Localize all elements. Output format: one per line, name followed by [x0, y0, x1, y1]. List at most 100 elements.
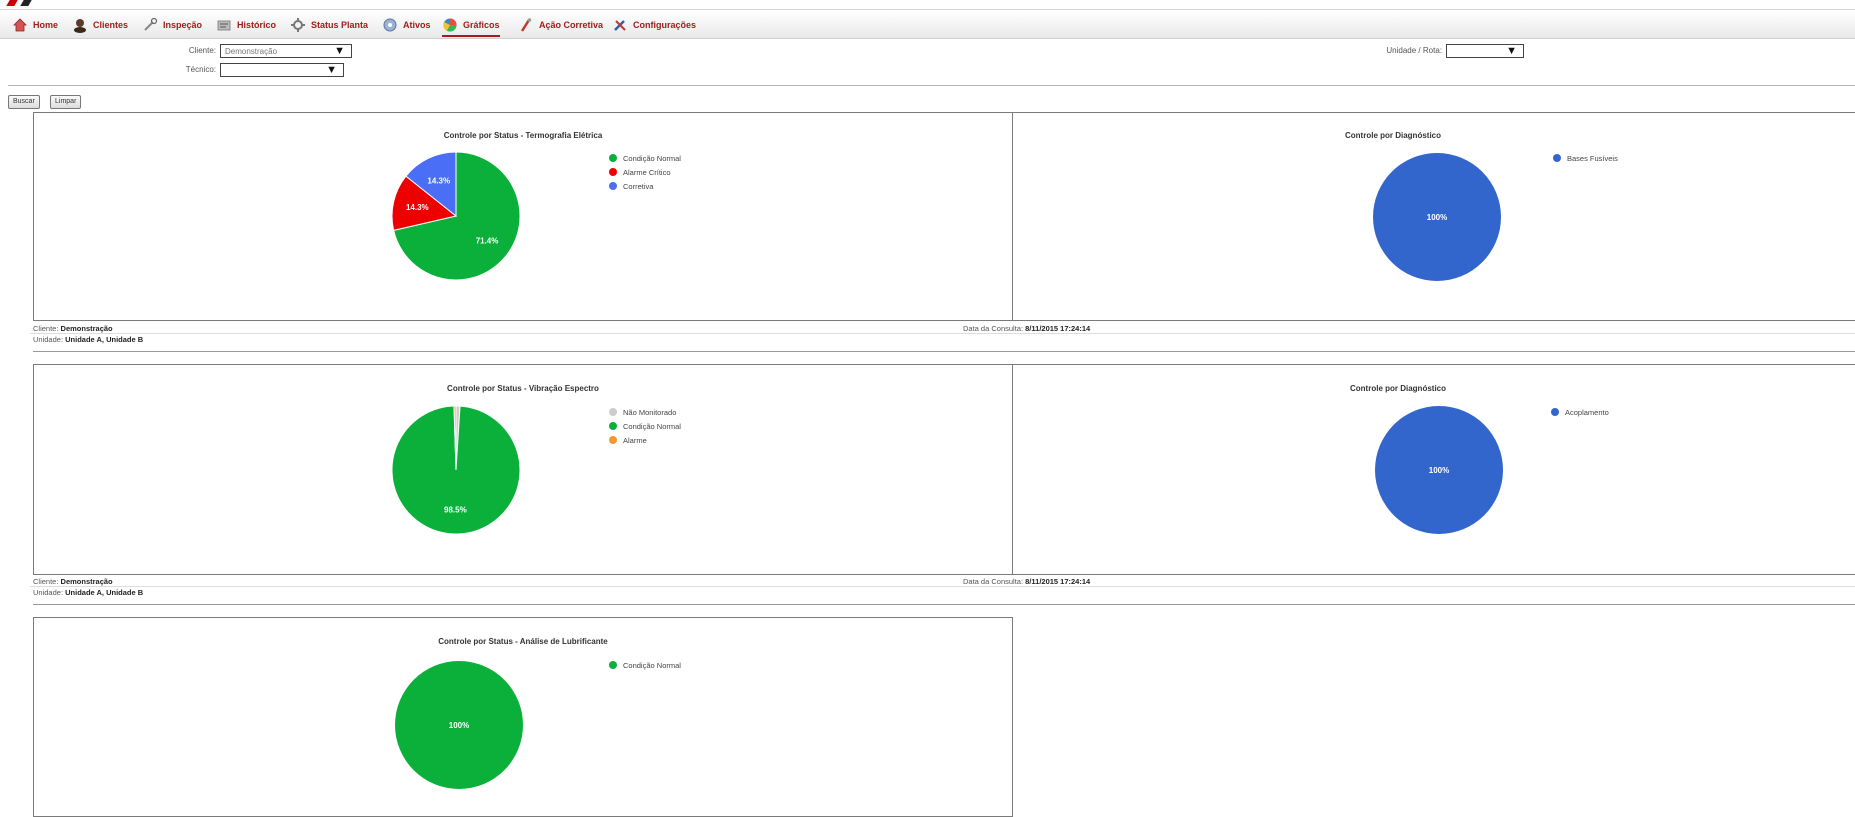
chart-title: Controle por Status - Análise de Lubrifi…: [438, 637, 608, 646]
legend-label: Bases Fusíveis: [1567, 153, 1618, 163]
nav-home-label: Home: [33, 20, 59, 30]
home-icon: [13, 18, 27, 32]
section-separator: [33, 604, 1855, 605]
info-cliente-label: Cliente:: [33, 577, 59, 586]
chart-panel-termografia: Controle por Status - Termografia Elétri…: [33, 112, 1013, 321]
legend-label: Não Monitorado: [623, 407, 677, 417]
legend-color-dot: [609, 422, 617, 430]
chart-legend: Acoplamento: [1551, 405, 1609, 419]
legend-color-dot: [1553, 154, 1561, 162]
info-unidade-row: Unidade: Unidade A, Unidade B: [33, 588, 143, 597]
legend-color-dot: [609, 154, 617, 162]
inspection-icon: [144, 17, 158, 31]
legend-item[interactable]: Acoplamento: [1551, 405, 1609, 419]
chart-panel-vibracao: Controle por Status - Vibração Espectro …: [33, 364, 1013, 575]
settings-icon: [614, 20, 626, 31]
legend-item[interactable]: Condição Normal: [609, 658, 681, 672]
nav-home[interactable]: Home: [12, 14, 58, 36]
info-cliente-row: Cliente: Demonstração: [33, 324, 143, 333]
main-navbar: Home Clientes Inspeção Histórico Status …: [0, 9, 1855, 39]
section-separator: [33, 351, 1855, 352]
cliente-select-value: Demonstração: [225, 47, 278, 56]
info-cliente-value: Demonstração: [60, 324, 113, 333]
pie-value-label: 98.5%: [444, 506, 467, 515]
nav-historico[interactable]: Histórico: [216, 14, 276, 36]
info-divider: [30, 586, 1855, 587]
cliente-select[interactable]: Demonstração ▼: [220, 44, 352, 58]
nav-inspecao[interactable]: Inspeção: [142, 14, 202, 36]
tecnico-select[interactable]: ▼: [220, 63, 344, 77]
pie-value-label: 100%: [1429, 466, 1449, 475]
info-divider: [30, 333, 1855, 334]
legend-label: Alarme: [623, 435, 647, 445]
nav-graficos[interactable]: Gráficos: [442, 14, 500, 37]
legend-color-dot: [609, 408, 617, 416]
chart-title: Controle por Status - Vibração Espectro: [447, 384, 599, 393]
limpar-button[interactable]: Limpar: [50, 95, 82, 109]
legend-item[interactable]: Não Monitorado: [609, 405, 681, 419]
pie-chart: 100%: [1375, 406, 1503, 534]
nav-configuracoes-label: Configurações: [633, 20, 697, 30]
legend-color-dot: [1551, 408, 1559, 416]
dropdown-arrow-icon: ▼: [1506, 45, 1517, 57]
nav-historico-label: Histórico: [237, 20, 277, 30]
info-cliente-label: Cliente:: [33, 324, 59, 333]
chart-legend: Condição Normal Alarme Crítico Corretiva: [609, 151, 681, 193]
chart-panel-diagnostico-1: Controle por Diagnóstico 100% Bases Fusí…: [1012, 112, 1855, 321]
query-info-1: Cliente: Demonstração Unidade: Unidade A…: [33, 324, 143, 344]
pie-value-label: 100%: [1427, 213, 1447, 222]
app-logo-mark: [6, 0, 36, 8]
info-data-label: Data da Consulta:: [963, 577, 1024, 586]
legend-label: Corretiva: [623, 181, 654, 191]
nav-ativos-label: Ativos: [403, 20, 431, 30]
chart-panel-lubrificante: Controle por Status - Análise de Lubrifi…: [33, 617, 1013, 817]
clients-icon: [74, 19, 86, 33]
nav-ativos[interactable]: Ativos: [382, 14, 431, 36]
chart-legend: Bases Fusíveis: [1553, 151, 1618, 165]
nav-configuracoes[interactable]: Configurações: [612, 14, 696, 36]
charts-icon: [443, 18, 457, 32]
info-unidade-label: Unidade:: [33, 335, 64, 344]
info-cliente-value: Demonstração: [60, 577, 113, 586]
nav-clientes-label: Clientes: [93, 20, 129, 30]
unidade-select[interactable]: ▼: [1446, 44, 1524, 58]
query-date-2: Data da Consulta: 8/11/2015 17:24:14: [963, 577, 1090, 586]
legend-label: Alarme Crítico: [623, 167, 671, 177]
pie-value-label: 71.4%: [476, 237, 499, 246]
info-unidade-value: Unidade A, Unidade B: [65, 335, 144, 344]
chart-title: Controle por Diagnóstico: [1350, 384, 1446, 393]
chart-legend: Condição Normal: [609, 658, 681, 672]
info-data-label: Data da Consulta:: [963, 324, 1024, 333]
nav-status-planta[interactable]: Status Planta: [290, 14, 368, 36]
info-data-value: 8/11/2015 17:24:14: [1025, 324, 1091, 333]
legend-label: Acoplamento: [1565, 407, 1609, 417]
nav-graficos-label: Gráficos: [463, 20, 500, 30]
legend-color-dot: [609, 661, 617, 669]
buscar-button[interactable]: Buscar: [8, 95, 40, 109]
chart-title: Controle por Diagnóstico: [1345, 131, 1441, 140]
unidade-filter-label: Unidade / Rota:: [1386, 46, 1442, 55]
pie-value-label: 14.3%: [427, 176, 450, 185]
legend-item[interactable]: Condição Normal: [609, 419, 681, 433]
chart-legend: Não Monitorado Condição Normal Alarme: [609, 405, 681, 447]
info-unidade-row: Unidade: Unidade A, Unidade B: [33, 335, 143, 344]
nav-clientes[interactable]: Clientes: [72, 14, 128, 36]
legend-item[interactable]: Alarme Crítico: [609, 165, 681, 179]
legend-item[interactable]: Corretiva: [609, 179, 681, 193]
legend-item[interactable]: Alarme: [609, 433, 681, 447]
dropdown-arrow-icon: ▼: [334, 45, 345, 57]
pie-chart: 100%: [395, 661, 523, 789]
pie-chart: 71.4% 14.3% 14.3%: [391, 151, 521, 281]
legend-label: Condição Normal: [623, 421, 681, 431]
nav-acao-corretiva[interactable]: Ação Corretiva: [518, 14, 603, 36]
history-icon: [217, 20, 231, 31]
query-info-2: Cliente: Demonstração Unidade: Unidade A…: [33, 577, 143, 597]
legend-item[interactable]: Bases Fusíveis: [1553, 151, 1618, 165]
chart-title: Controle por Status - Termografia Elétri…: [443, 131, 603, 140]
nav-inspecao-label: Inspeção: [163, 20, 203, 30]
info-unidade-value: Unidade A, Unidade B: [65, 588, 144, 597]
legend-item[interactable]: Condição Normal: [609, 151, 681, 165]
info-data-value: 8/11/2015 17:24:14: [1025, 577, 1091, 586]
chart-panel-diagnostico-2: Controle por Diagnóstico 100% Acoplament…: [1012, 364, 1855, 575]
nav-acao-corretiva-label: Ação Corretiva: [539, 20, 604, 30]
